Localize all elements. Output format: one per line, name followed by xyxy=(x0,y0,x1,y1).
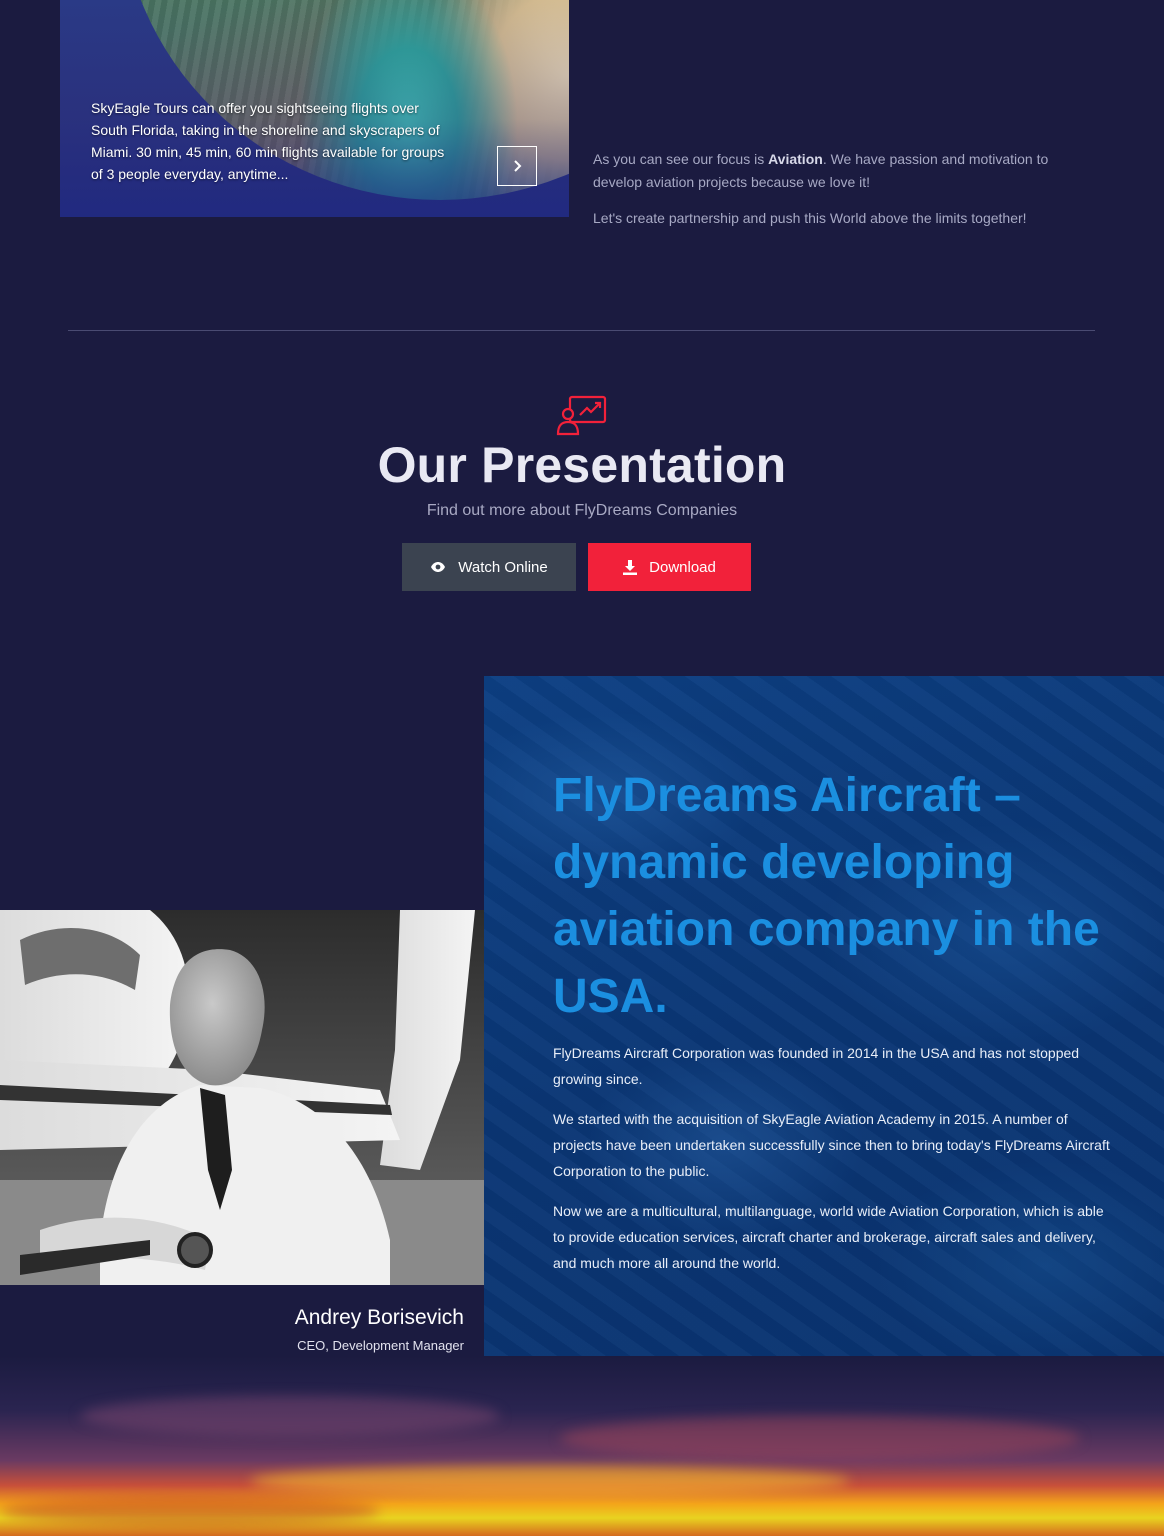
about-paragraph: FlyDreams Aircraft Corporation was found… xyxy=(553,1045,1080,1087)
about-heading: FlyDreams Aircraft – dynamic developing … xyxy=(553,769,1100,1023)
download-label: Download xyxy=(649,558,716,576)
partnership-paragraph: Let's create partnership and push this W… xyxy=(593,210,1027,226)
download-button[interactable]: Download xyxy=(588,543,751,591)
focus-description: As you can see our focus is Aviation. We… xyxy=(593,148,1093,230)
sunset-clouds-image xyxy=(0,1356,1164,1536)
chevron-right-icon xyxy=(514,160,522,172)
about-paragraph: We started with the acquisition of SkyEa… xyxy=(553,1111,1110,1179)
about-paragraph: Now we are a multicultural, multilanguag… xyxy=(553,1203,1104,1271)
eye-icon xyxy=(431,562,446,572)
focus-keyword: Aviation xyxy=(768,151,823,167)
cloud-shape xyxy=(0,1496,380,1526)
presentation-subtitle: Find out more about FlyDreams Companies xyxy=(426,502,738,519)
presentation-chart-icon xyxy=(556,395,607,436)
presentation-title: Our Presentation xyxy=(377,437,787,493)
ceo-role: CEO, Development Manager xyxy=(297,1338,464,1353)
ceo-photo xyxy=(0,910,484,1285)
section-divider xyxy=(68,330,1095,331)
promo-description: SkyEagle Tours can offer you sightseeing… xyxy=(91,100,445,182)
tours-promo-card: SkyEagle Tours can offer you sightseeing… xyxy=(60,0,569,217)
ceo-portrait-image xyxy=(0,910,484,1285)
about-company-panel: FlyDreams Aircraft – dynamic developing … xyxy=(484,676,1164,1356)
watch-online-label: Watch Online xyxy=(458,558,548,576)
promo-next-button[interactable] xyxy=(497,146,537,186)
cloud-shape xyxy=(250,1466,850,1496)
focus-text-start: As you can see our focus is xyxy=(593,151,769,167)
watch-online-button[interactable]: Watch Online xyxy=(402,543,576,591)
ceo-name: Andrey Borisevich xyxy=(294,1306,464,1329)
focus-paragraph: As you can see our focus is Aviation. We… xyxy=(593,148,1093,194)
about-body: FlyDreams Aircraft Corporation was found… xyxy=(553,1040,1113,1276)
download-icon xyxy=(623,559,638,575)
cloud-shape xyxy=(80,1396,500,1436)
cloud-shape xyxy=(560,1416,1080,1461)
